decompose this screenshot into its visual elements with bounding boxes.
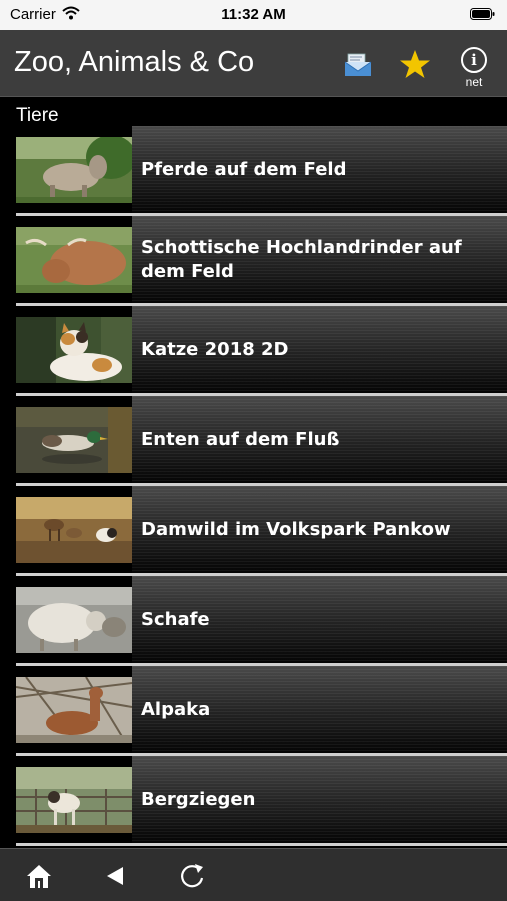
- reload-icon: [181, 864, 204, 888]
- item-title: Pferde auf dem Feld: [141, 158, 347, 180]
- video-thumbnail: [16, 587, 132, 653]
- row-divider: [16, 843, 507, 846]
- item-title: Schafe: [141, 608, 210, 630]
- info-icon: i: [461, 47, 487, 73]
- animal-list: Pferde auf dem Feld Schottische Hochland…: [0, 126, 507, 846]
- bottom-toolbar: [0, 848, 507, 901]
- section-header: Tiere: [16, 105, 59, 126]
- favorites-button[interactable]: [398, 48, 432, 80]
- list-item[interactable]: Enten auf dem Fluß: [0, 396, 507, 486]
- video-thumbnail: [16, 677, 132, 743]
- video-thumbnail: [16, 227, 132, 293]
- app-title: Zoo, Animals & Co: [14, 46, 255, 78]
- video-thumbnail: [16, 407, 132, 473]
- info-button-label: net: [465, 75, 483, 89]
- star-icon: [400, 50, 430, 78]
- list-item[interactable]: Bergziegen: [0, 756, 507, 846]
- home-icon: [27, 865, 51, 888]
- mail-button[interactable]: [344, 52, 372, 78]
- list-item[interactable]: Schottische Hochlandrinder auf dem Feld: [0, 216, 507, 306]
- status-bar: Carrier 11:32 AM: [0, 0, 507, 30]
- list-item[interactable]: Katze 2018 2D: [0, 306, 507, 396]
- item-title: Schottische Hochlandrinder auf dem Feld: [141, 236, 462, 282]
- item-title: Damwild im Volkspark Pankow: [141, 518, 451, 540]
- status-time: 11:32 AM: [221, 6, 286, 23]
- item-title: Katze 2018 2D: [141, 338, 289, 360]
- video-thumbnail: [16, 317, 132, 383]
- video-thumbnail: [16, 137, 132, 203]
- item-title: Bergziegen: [141, 788, 256, 810]
- back-icon: [107, 867, 123, 885]
- video-thumbnail: [16, 497, 132, 563]
- mail-icon: [344, 53, 372, 76]
- battery-icon: [470, 8, 495, 20]
- list-item[interactable]: Pferde auf dem Feld: [0, 126, 507, 216]
- info-button[interactable]: i net: [456, 47, 492, 93]
- navigation-bar: Zoo, Animals & Co i net: [0, 30, 507, 97]
- item-title: Alpaka: [141, 698, 211, 720]
- video-thumbnail: [16, 767, 132, 833]
- list-item[interactable]: Schafe: [0, 576, 507, 666]
- reload-button[interactable]: [177, 861, 207, 891]
- home-button[interactable]: [24, 861, 54, 891]
- item-title: Enten auf dem Fluß: [141, 428, 340, 450]
- list-item[interactable]: Damwild im Volkspark Pankow: [0, 486, 507, 576]
- list-item[interactable]: Alpaka: [0, 666, 507, 756]
- back-button[interactable]: [101, 861, 131, 891]
